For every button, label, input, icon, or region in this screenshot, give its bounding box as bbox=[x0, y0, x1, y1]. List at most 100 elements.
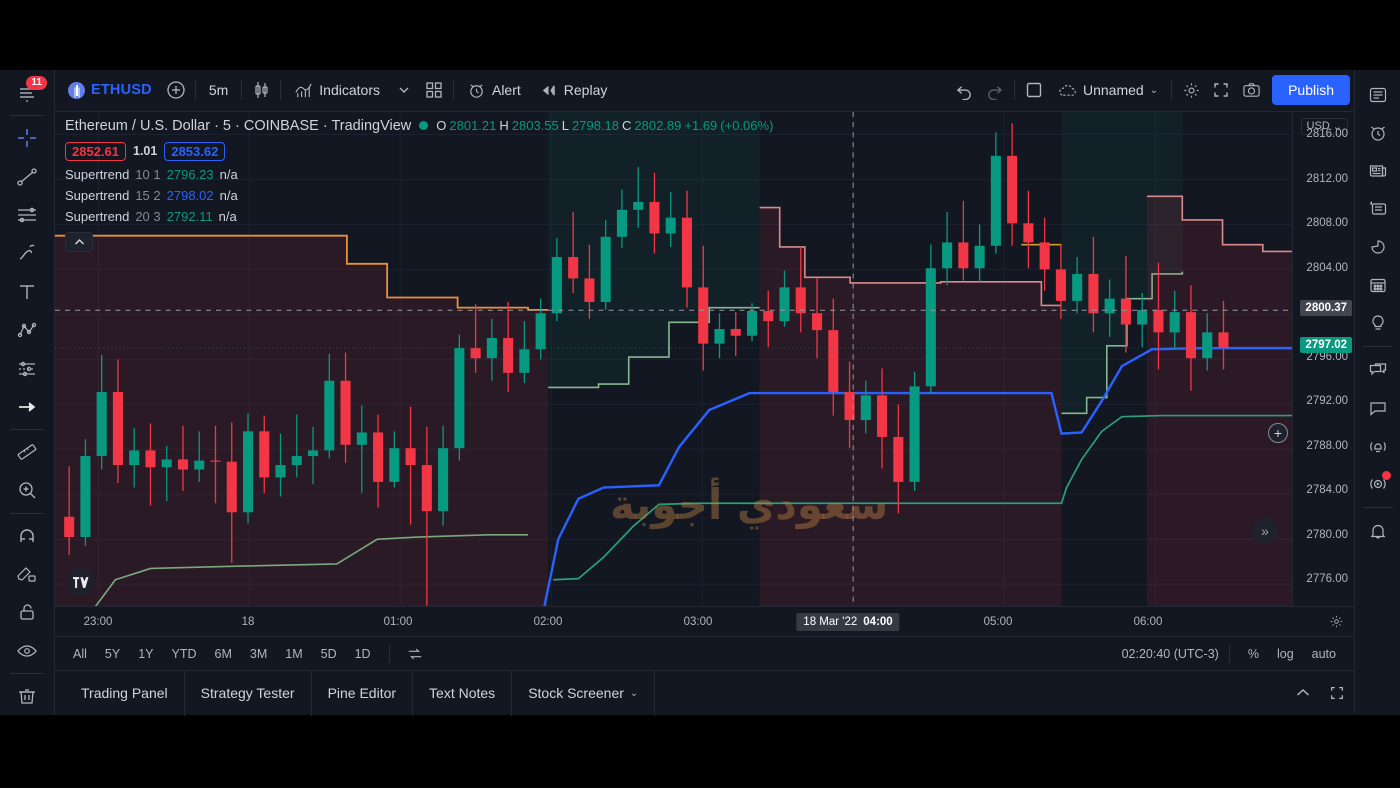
magnet-icon[interactable] bbox=[7, 516, 47, 554]
remove-drawings-icon[interactable] bbox=[7, 677, 47, 715]
alert-button[interactable]: Alert bbox=[458, 75, 530, 105]
patterns-icon[interactable] bbox=[7, 311, 47, 349]
log-scale-button[interactable]: log bbox=[1269, 644, 1302, 664]
range-button-1d[interactable]: 1D bbox=[347, 644, 379, 664]
chart-area: سعودي أجوبة + » Ethereum / U.S. Dollar ·… bbox=[55, 111, 1354, 607]
replay-button[interactable]: Replay bbox=[530, 75, 617, 105]
drawing-toolbar: 11 bbox=[0, 70, 55, 715]
price-tick-label: 2784.00 bbox=[1306, 484, 1348, 497]
ideas-bulb-icon[interactable] bbox=[1360, 304, 1396, 342]
footer-tab-trading-panel[interactable]: Trading Panel bbox=[65, 670, 185, 716]
alerts-clock-icon[interactable] bbox=[1360, 114, 1396, 152]
right-toolbar bbox=[1354, 70, 1400, 715]
go-to-date-icon[interactable] bbox=[400, 639, 430, 669]
fullscreen-icon[interactable] bbox=[1206, 75, 1236, 105]
broadcast-icon[interactable] bbox=[1360, 427, 1396, 465]
crosshair-icon[interactable] bbox=[7, 119, 47, 157]
stream-icon[interactable] bbox=[1360, 465, 1396, 503]
arrow-icon[interactable] bbox=[7, 388, 47, 426]
chevron-down-icon[interactable]: ⌄ bbox=[630, 688, 638, 699]
range-button-3m[interactable]: 3M bbox=[242, 644, 275, 664]
range-button-6m[interactable]: 6M bbox=[207, 644, 240, 664]
measure-ruler-icon[interactable] bbox=[7, 433, 47, 471]
time-scale[interactable]: 23:00 18 01:00 02:00 03:00 05:00 06:00 18 Mar '… bbox=[55, 606, 1354, 637]
price-tick-label: 2780.00 bbox=[1306, 528, 1348, 541]
chart-clock[interactable]: 02:20:40 (UTC-3) bbox=[1122, 647, 1219, 661]
candles-icon[interactable] bbox=[246, 75, 276, 105]
price-tick-label: 2816.00 bbox=[1306, 127, 1348, 140]
add-symbol-button[interactable] bbox=[161, 75, 191, 105]
range-button-all[interactable]: All bbox=[65, 644, 95, 664]
footer-tab-label: Text Notes bbox=[429, 685, 496, 701]
chart-plot[interactable]: سعودي أجوبة + » Ethereum / U.S. Dollar ·… bbox=[55, 111, 1292, 607]
percent-scale-button[interactable]: % bbox=[1240, 644, 1267, 664]
save-layout-button[interactable]: Unnamed ⌄ bbox=[1049, 75, 1167, 105]
undo-icon[interactable] bbox=[950, 75, 980, 105]
indicators-button[interactable]: Indicators bbox=[285, 75, 389, 105]
main-toolbar: ETHUSD 5m Indicators Alert Replay Unname… bbox=[55, 70, 1354, 112]
range-button-ytd[interactable]: YTD bbox=[164, 644, 205, 664]
zoom-in-icon[interactable] bbox=[7, 471, 47, 509]
footer-tab-label: Pine Editor bbox=[327, 685, 397, 701]
menu-icon[interactable]: 11 bbox=[7, 74, 47, 112]
footer-tab-stock-screener[interactable]: Stock Screener ⌄ bbox=[512, 670, 656, 716]
layout-icon[interactable] bbox=[1019, 75, 1049, 105]
toolbar-divider bbox=[1171, 80, 1173, 101]
toolbar-divider bbox=[10, 512, 44, 514]
legend-collapse-button[interactable] bbox=[65, 231, 93, 252]
crosshair-date: 18 Mar '22 bbox=[803, 615, 858, 628]
range-button-1y[interactable]: 1Y bbox=[130, 644, 161, 664]
chevron-down-icon[interactable] bbox=[389, 75, 419, 105]
publish-button[interactable]: Publish bbox=[1272, 75, 1350, 106]
chevron-down-icon[interactable]: ⌄ bbox=[1150, 85, 1158, 96]
chart-application: 11 ETHUSD 5m Indicators Alert Replay Unn… bbox=[0, 70, 1400, 716]
notifications-bell-icon[interactable] bbox=[1360, 512, 1396, 550]
templates-grid-icon[interactable] bbox=[419, 75, 449, 105]
last-price-label[interactable]: 2797.02 bbox=[1300, 337, 1352, 354]
toolbar-divider bbox=[10, 672, 44, 674]
time-tick-label: 23:00 bbox=[83, 615, 113, 628]
symbol-search-button[interactable]: ETHUSD bbox=[59, 75, 161, 105]
redo-icon[interactable] bbox=[980, 75, 1010, 105]
trend-line-icon[interactable] bbox=[7, 158, 47, 196]
calendar-icon[interactable] bbox=[1360, 266, 1396, 304]
toolbar-divider bbox=[194, 80, 196, 101]
public-chats-icon[interactable] bbox=[1360, 351, 1396, 389]
time-scale-settings-icon[interactable] bbox=[1329, 614, 1344, 629]
hide-drawings-icon[interactable] bbox=[7, 631, 47, 669]
news-icon[interactable] bbox=[1360, 152, 1396, 190]
toolbar-divider bbox=[280, 80, 282, 101]
add-alert-crosshair-button[interactable]: + bbox=[1268, 422, 1288, 443]
range-button-5y[interactable]: 5Y bbox=[97, 644, 128, 664]
footer-tab-text-notes[interactable]: Text Notes bbox=[413, 670, 513, 716]
footer-tab-label: Stock Screener bbox=[528, 685, 624, 701]
data-window-icon[interactable] bbox=[1360, 190, 1396, 228]
price-scale[interactable]: USD ⌄ 2816.002812.002808.002804.002800.0… bbox=[1292, 111, 1354, 607]
brush-icon[interactable] bbox=[7, 234, 47, 272]
price-chart-canvas[interactable] bbox=[55, 111, 1292, 607]
watchlist-icon[interactable] bbox=[1360, 76, 1396, 114]
text-tool-icon[interactable] bbox=[7, 273, 47, 311]
interval-button[interactable]: 5m bbox=[200, 75, 237, 105]
footer-tab-pine-editor[interactable]: Pine Editor bbox=[312, 670, 414, 716]
footer-tab-label: Trading Panel bbox=[81, 685, 168, 701]
range-button-1m[interactable]: 1M bbox=[277, 644, 310, 664]
lock-drawings-icon[interactable] bbox=[7, 593, 47, 631]
time-tick-label: 05:00 bbox=[983, 615, 1013, 628]
prediction-icon[interactable] bbox=[7, 349, 47, 387]
time-tick-label: 01:00 bbox=[383, 615, 413, 628]
footer-fullscreen-icon[interactable] bbox=[1320, 676, 1354, 710]
replay-label: Replay bbox=[563, 82, 608, 99]
stay-in-drawing-mode-icon[interactable] bbox=[7, 555, 47, 593]
footer-collapse-icon[interactable] bbox=[1286, 676, 1320, 710]
range-button-5d[interactable]: 5D bbox=[313, 644, 345, 664]
gear-icon[interactable] bbox=[1176, 75, 1206, 105]
auto-scale-button[interactable]: auto bbox=[1304, 644, 1344, 664]
private-chats-icon[interactable] bbox=[1360, 389, 1396, 427]
price-tick-label: 2812.00 bbox=[1306, 172, 1348, 185]
horizontal-lines-icon[interactable] bbox=[7, 196, 47, 234]
camera-icon[interactable] bbox=[1236, 75, 1266, 105]
hotlist-icon[interactable] bbox=[1360, 228, 1396, 266]
footer-tab-strategy-tester[interactable]: Strategy Tester bbox=[185, 670, 312, 716]
menu-badge: 11 bbox=[26, 76, 47, 90]
